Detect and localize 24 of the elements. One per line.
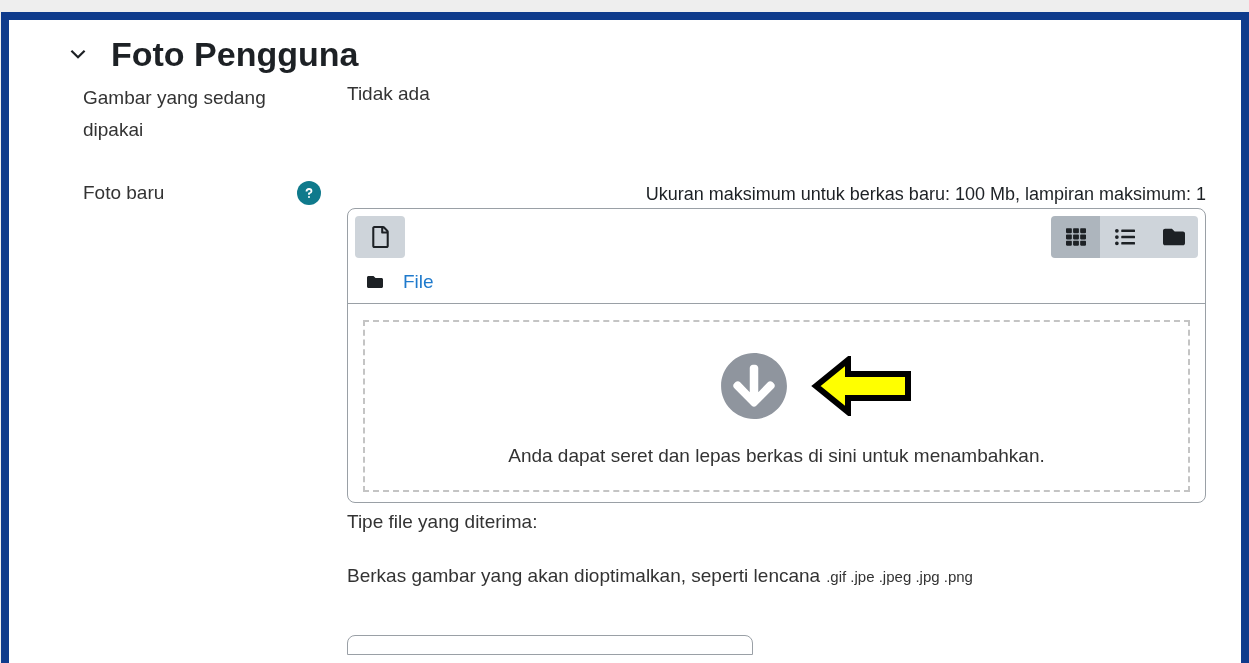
file-icon (370, 226, 390, 248)
list-view-icon (1114, 227, 1135, 247)
field-label: Gambar yang sedang dipakai (83, 86, 267, 142)
view-toggle[interactable] (1051, 216, 1100, 258)
view-toggle[interactable] (1100, 216, 1149, 258)
add-file-button[interactable] (355, 216, 405, 258)
accepted-types-description: Berkas gambar yang akan dioptimalkan, seperti lencana (347, 564, 821, 588)
folder-icon (1162, 226, 1185, 248)
pointer-arrow-icon (809, 355, 914, 416)
input-field[interactable] (347, 634, 753, 655)
file-extensions: .gif .jpe .jpeg .jpg .png (826, 567, 973, 587)
section-title: Foto Pengguna (111, 34, 359, 74)
download-arrow-icon (719, 351, 788, 420)
folder-icon (366, 274, 384, 291)
field-value: Tidak ada (347, 82, 430, 106)
help-icon[interactable] (297, 181, 321, 205)
drop-zone[interactable]: Anda dapat seret dan lepas berkas di sini untuk menambahkan. (363, 319, 1190, 492)
path-link[interactable]: File (403, 268, 434, 297)
drop-instructions: Anda dapat seret dan lepas berkas di sini untuk menambahkan. (508, 443, 1045, 468)
size-limit-text: Ukuran maksimum untuk berkas baru: 100 Mb, lampiran maksimum: 1 (644, 183, 1206, 205)
grid-view-icon (1065, 227, 1086, 247)
accepted-types-label: Tipe file yang diterima: (347, 509, 539, 534)
field-label: Foto baru (83, 181, 165, 205)
view-toggle[interactable] (1149, 216, 1198, 258)
